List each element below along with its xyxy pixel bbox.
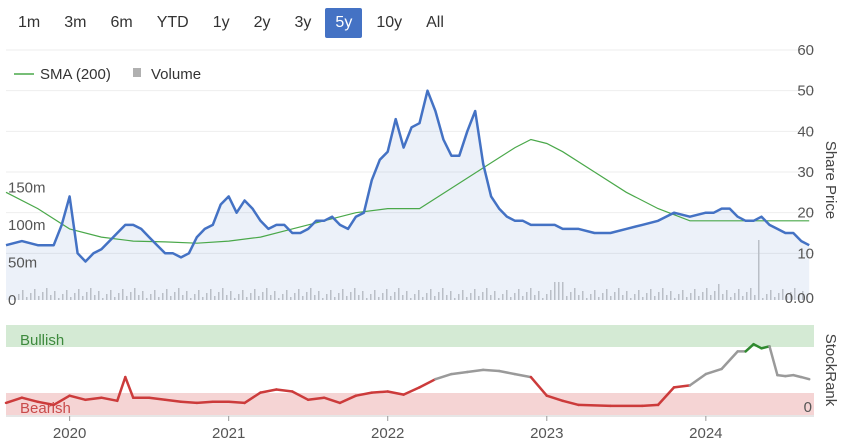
price-tick-label: 30 <box>797 164 814 181</box>
price-tick-label: 50 <box>797 83 814 100</box>
stockrank-segment <box>434 372 453 381</box>
x-tick-label: 2022 <box>371 425 404 442</box>
stockrank-segment <box>768 345 779 377</box>
stockrank-segment <box>720 350 739 371</box>
x-tick-label: 2023 <box>530 425 563 442</box>
stockrank-segment <box>450 370 469 376</box>
share-price-chart: 60 50 40 30 20 10 150m 100m 50m 0 0.00 Share Pric… <box>4 42 839 442</box>
legend-volume-swatch <box>133 68 141 77</box>
stockrank-segment <box>688 372 708 387</box>
bullish-label: Bullish <box>20 332 64 349</box>
stockrank-segment <box>640 403 660 408</box>
stockrank-segment <box>195 400 215 405</box>
stockrank-segment <box>800 375 811 381</box>
legend-volume-label: Volume <box>151 66 201 83</box>
stockrank-segment <box>259 388 278 394</box>
stockrank-zero-label: 0 <box>804 399 812 416</box>
stockrank-segment <box>577 403 612 408</box>
stockrank-segment <box>672 384 692 389</box>
stockrank-segment <box>179 400 199 405</box>
volume-zero-label: 0.00 <box>785 290 814 307</box>
stockrank-segment <box>227 400 246 405</box>
stockrank-axis-title: StockRank <box>822 334 839 407</box>
x-tick-label: 2021 <box>212 425 245 442</box>
stockrank-segment <box>481 368 501 373</box>
volume-tick-label: 50m <box>8 255 37 272</box>
stockrank-segment <box>466 368 485 374</box>
price-tick-label: 10 <box>797 245 814 262</box>
volume-tick-label: 100m <box>8 217 46 234</box>
volume-tick-label: 0 <box>8 292 16 309</box>
x-tick-label: 2024 <box>689 425 722 442</box>
stockrank-segment <box>704 367 723 376</box>
bearish-zone <box>6 393 814 415</box>
bullish-zone <box>6 325 814 347</box>
price-tick-label: 40 <box>797 123 814 140</box>
x-tick-label: 2020 <box>53 425 86 442</box>
stockrank-segment <box>529 375 549 397</box>
stockrank-segment <box>513 372 533 379</box>
stockrank-segment <box>418 377 437 389</box>
stockrank-segment <box>497 369 517 376</box>
legend: SMA (200) Volume <box>14 66 201 83</box>
volume-tick-label: 150m <box>8 180 46 197</box>
price-area <box>6 90 810 300</box>
legend-sma-label: SMA (200) <box>40 66 111 83</box>
stockrank-panel: Bullish Bearish 0 StockRank <box>4 325 839 417</box>
stockrank-segment <box>275 388 294 393</box>
stockrank-segment <box>370 390 389 394</box>
price-tick-label: 20 <box>797 205 814 222</box>
price-axis-title: Share Price <box>822 141 839 219</box>
price-tick-label: 60 <box>797 42 814 59</box>
